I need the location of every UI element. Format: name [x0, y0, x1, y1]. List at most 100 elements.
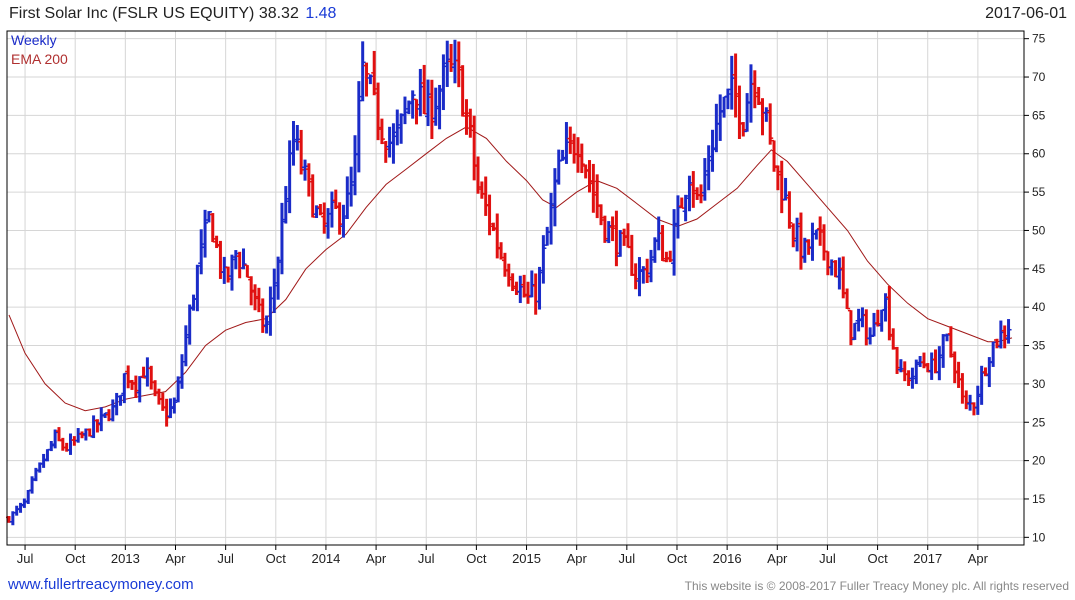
ohlc-bar: [671, 209, 678, 276]
ohlc-bar: [513, 281, 520, 295]
ohlc-bar: [202, 209, 209, 258]
x-tick-label: Jul: [819, 551, 836, 566]
ohlc-bar: [774, 165, 781, 191]
ohlc-bar: [678, 197, 685, 209]
ohlc-bar: [505, 263, 512, 287]
ohlc-bar: [236, 251, 243, 279]
ohlc-bar: [559, 149, 566, 162]
ohlc-bar: [432, 87, 439, 126]
ohlc-bar: [1001, 325, 1008, 349]
ohlc-bar: [609, 216, 616, 242]
ohlc-bar: [401, 96, 408, 125]
x-tick-label: 2013: [111, 551, 140, 566]
ohlc-bar: [790, 223, 797, 248]
ohlc-bar: [286, 140, 293, 214]
legend-weekly: Weekly: [11, 32, 57, 48]
ohlc-bar: [778, 160, 785, 214]
x-tick-label: Apr: [366, 551, 387, 566]
ohlc-bar: [255, 287, 262, 313]
ohlc-bar: [125, 365, 132, 389]
ohlc-bar: [75, 428, 82, 443]
ohlc-bar: [198, 229, 205, 275]
ohlc-bar: [209, 213, 216, 243]
ohlc-bar: [959, 373, 966, 404]
ohlc-bar: [79, 431, 86, 439]
ohlc-bar: [144, 357, 151, 387]
ohlc-bar: [997, 320, 1004, 349]
ohlc-bar: [359, 41, 366, 102]
ohlc-bar: [690, 171, 697, 208]
ohlc-bar: [821, 224, 828, 261]
y-tick-label: 75: [1032, 32, 1046, 46]
ohlc-bar: [340, 204, 347, 238]
site-link[interactable]: www.fullertreacymoney.com: [8, 576, 194, 593]
ohlc-bar: [705, 145, 712, 191]
x-tick-label: Oct: [867, 551, 888, 566]
ohlc-bar: [578, 143, 585, 174]
ohlc-bar: [13, 505, 20, 516]
ohlc-bar: [278, 202, 285, 275]
ohlc-bar: [32, 467, 39, 482]
ohlc-bar: [809, 222, 816, 261]
ohlc-bar: [594, 174, 601, 219]
ohlc-bar: [817, 216, 824, 246]
ohlc-bar: [940, 334, 947, 368]
ohlc-bar: [478, 181, 485, 199]
ohlc-bar: [709, 129, 716, 172]
x-tick-label: Apr: [767, 551, 788, 566]
ohlc-bar: [732, 53, 739, 118]
ohlc-bar: [17, 502, 24, 513]
ohlc-bar: [951, 351, 958, 384]
ohlc-bar: [928, 352, 935, 380]
ohlc-bar: [221, 256, 228, 284]
ohlc-bar: [267, 286, 274, 336]
ohlc-bar: [363, 62, 370, 97]
ohlc-bar: [52, 429, 59, 449]
ohlc-bar: [717, 94, 724, 141]
ohlc-bar: [428, 79, 435, 139]
ohlc-bar: [90, 415, 97, 439]
copyright-text: This website is © 2008-2017 Fuller Treac…: [684, 579, 1069, 593]
ohlc-bar: [586, 160, 593, 193]
ohlc-bar: [797, 212, 804, 270]
ohlc-bar: [155, 388, 162, 405]
ohlc-bar: [501, 252, 508, 277]
ohlc-bar: [555, 149, 562, 185]
ohlc-bar: [855, 308, 862, 332]
ohlc-bar: [744, 93, 751, 133]
ohlc-bar: [751, 70, 758, 109]
ohlc-bar: [455, 41, 462, 88]
x-tick-label: Jul: [619, 551, 636, 566]
ohlc-bar: [129, 379, 136, 390]
ohlc-bar: [674, 195, 681, 239]
ohlc-bar: [544, 226, 551, 246]
ohlc-bar: [598, 204, 605, 226]
ohlc-bar: [913, 359, 920, 385]
ohlc-bar: [974, 385, 981, 415]
y-tick-label: 25: [1032, 415, 1046, 429]
ohlc-bar: [836, 257, 843, 290]
ohlc-bar: [382, 141, 389, 163]
ohlc-bar: [740, 122, 747, 137]
ohlc-bar: [263, 315, 270, 334]
x-tick-label: Jul: [17, 551, 34, 566]
y-tick-label: 60: [1032, 147, 1046, 161]
ohlc-bar: [517, 275, 524, 304]
ohlc-bar: [551, 168, 558, 227]
ohlc-bar: [67, 433, 74, 455]
ohlc-bar: [148, 365, 155, 390]
ohlc-bar: [378, 118, 385, 145]
ohlc-bar: [498, 242, 505, 260]
ohlc-bar: [398, 113, 405, 144]
ohlc-bar: [409, 90, 416, 119]
ohlc-bar: [824, 250, 831, 276]
x-tick-label: 2015: [512, 551, 541, 566]
x-tick-label: Jul: [217, 551, 234, 566]
y-tick-label: 40: [1032, 300, 1046, 314]
ohlc-bar: [713, 103, 720, 153]
ohlc-bar: [667, 250, 674, 263]
y-tick-label: 30: [1032, 377, 1046, 391]
ohlc-bar: [724, 88, 731, 110]
x-tick-label: Apr: [968, 551, 989, 566]
ohlc-bar: [771, 139, 778, 172]
